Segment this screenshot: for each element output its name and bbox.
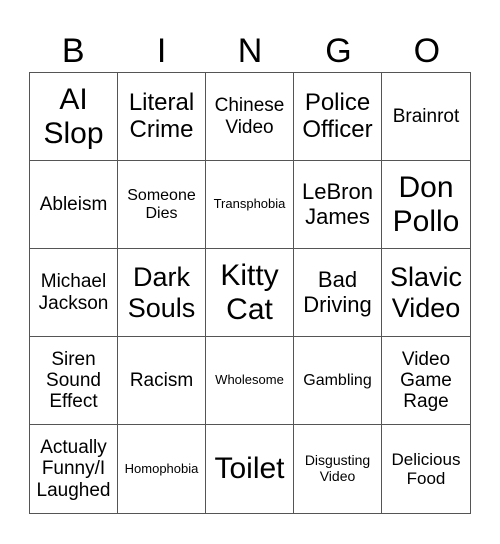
bingo-cell[interactable]: Dark Souls	[118, 249, 206, 337]
bingo-cell[interactable]: Literal Crime	[118, 73, 206, 161]
header-letter-i: I	[156, 32, 167, 70]
bingo-cell[interactable]: Ableism	[30, 161, 118, 249]
bingo-cell[interactable]: LeBron James	[294, 161, 382, 249]
bingo-cell[interactable]: Wholesome	[206, 337, 294, 425]
bingo-cell[interactable]: Video Game Rage	[382, 337, 470, 425]
bingo-grid: AI Slop Literal Crime Chinese Video Poli…	[29, 72, 471, 514]
header-letter-o: O	[413, 32, 441, 70]
bingo-cell[interactable]: Michael Jackson	[30, 249, 118, 337]
bingo-cell[interactable]: Police Officer	[294, 73, 382, 161]
bingo-cell[interactable]: Disgusting Video	[294, 425, 382, 513]
header-letter-b: B	[61, 32, 85, 70]
bingo-cell[interactable]: Homophobia	[118, 425, 206, 513]
bingo-cell[interactable]: Delicious Food	[382, 425, 470, 513]
bingo-cell[interactable]: AI Slop	[30, 73, 118, 161]
bingo-cell[interactable]: Transphobia	[206, 161, 294, 249]
bingo-cell[interactable]: Toilet	[206, 425, 294, 513]
bingo-cell[interactable]: Racism	[118, 337, 206, 425]
bingo-cell[interactable]: Don Pollo	[382, 161, 470, 249]
bingo-cell[interactable]: Kitty Cat	[206, 249, 294, 337]
bingo-cell[interactable]: Brainrot	[382, 73, 470, 161]
bingo-cell[interactable]: Siren Sound Effect	[30, 337, 118, 425]
header-letter-n: N	[237, 32, 263, 70]
bingo-cell[interactable]: Bad Driving	[294, 249, 382, 337]
bingo-header: B I N G O	[29, 30, 471, 72]
header-letter-g: G	[325, 32, 352, 70]
bingo-cell[interactable]: Someone Dies	[118, 161, 206, 249]
bingo-cell[interactable]: Chinese Video	[206, 73, 294, 161]
bingo-cell[interactable]: Gambling	[294, 337, 382, 425]
bingo-cell[interactable]: Actually Funny/I Laughed	[30, 425, 118, 513]
bingo-cell[interactable]: Slavic Video	[382, 249, 470, 337]
